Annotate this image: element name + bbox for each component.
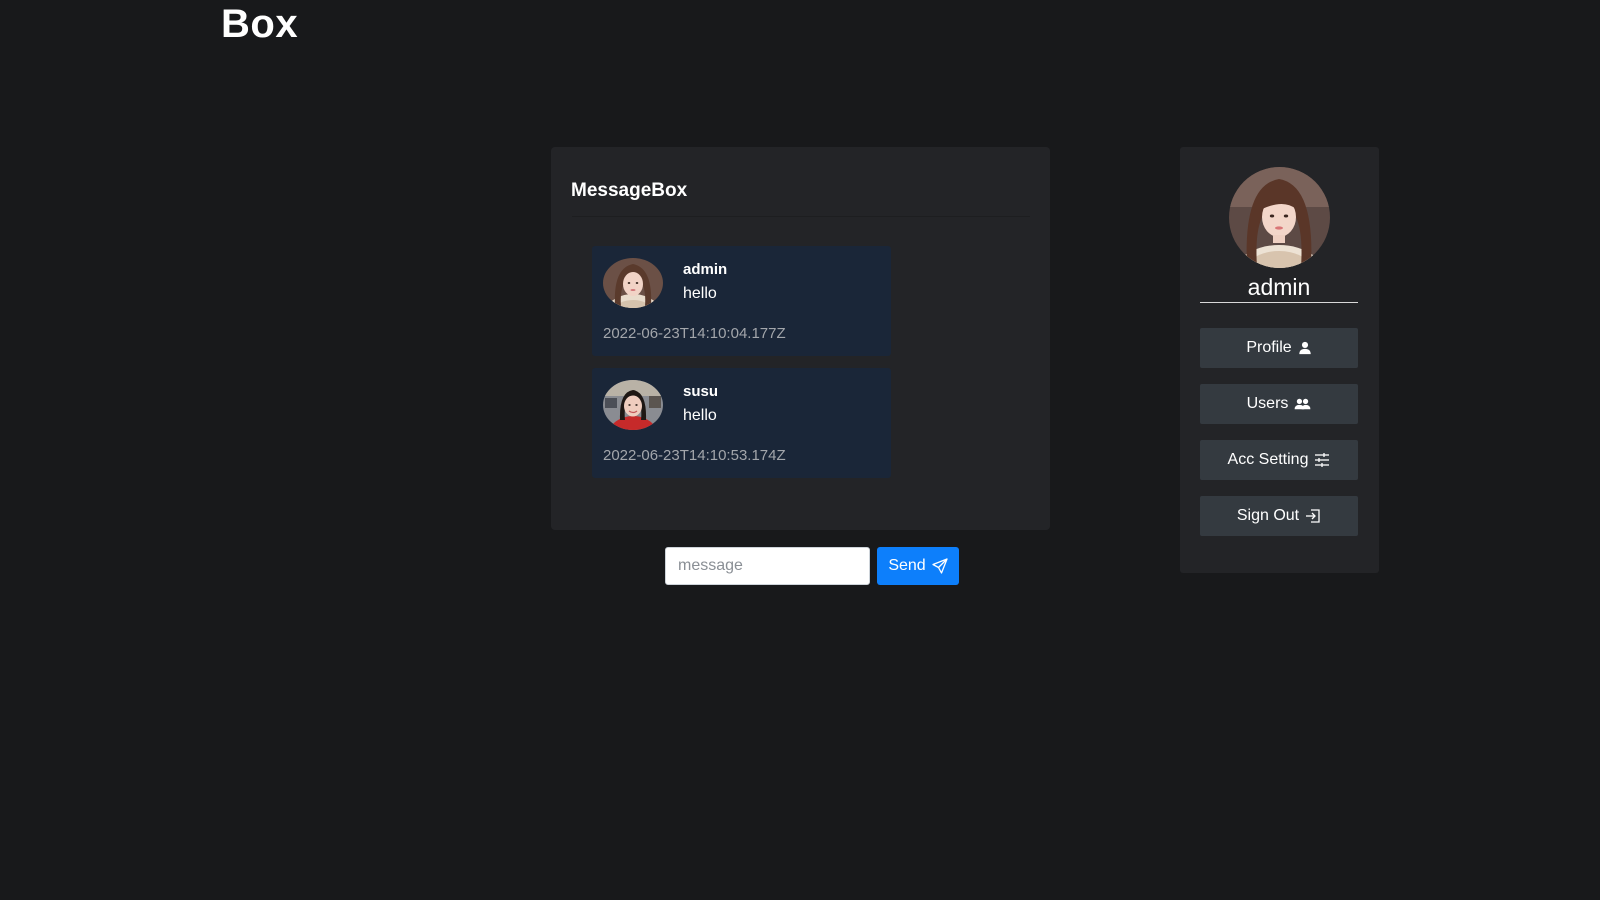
person-icon <box>1298 341 1312 355</box>
message-timestamp: 2022-06-23T14:10:04.177Z <box>603 325 786 342</box>
profile-username: admin <box>1200 272 1358 303</box>
send-icon <box>932 558 948 574</box>
app-title: Box <box>221 2 299 46</box>
users-button-label: Users <box>1246 395 1289 412</box>
user-side-panel: admin Profile Users Acc Setting Sign Out <box>1180 147 1379 573</box>
message-box-card: MessageBox admin hello 2022-06-23T14:10:… <box>551 147 1050 530</box>
sliders-icon <box>1314 453 1330 467</box>
message-timestamp: 2022-06-23T14:10:53.174Z <box>603 447 786 464</box>
avatar <box>1229 167 1330 268</box>
page: Box MessageBox admin hello 2022-06-23T14 <box>0 0 1600 900</box>
acc-setting-button-label: Acc Setting <box>1227 451 1309 468</box>
message-avatar <box>603 258 663 308</box>
message-text: hello <box>683 407 717 424</box>
sign-out-button-label: Sign Out <box>1236 507 1300 524</box>
message-item: susu hello 2022-06-23T14:10:53.174Z <box>592 368 891 478</box>
message-author: susu <box>683 383 719 400</box>
send-button[interactable]: Send <box>877 547 959 585</box>
message-box-title: MessageBox <box>571 180 688 201</box>
message-avatar <box>603 380 663 430</box>
message-text: hello <box>683 285 717 302</box>
profile-button-label: Profile <box>1246 339 1292 356</box>
sign-out-button[interactable]: Sign Out <box>1200 496 1358 536</box>
send-button-label: Send <box>888 557 926 574</box>
users-button[interactable]: Users <box>1200 384 1358 424</box>
message-input[interactable] <box>665 547 870 585</box>
message-item: admin hello 2022-06-23T14:10:04.177Z <box>592 246 891 356</box>
profile-button[interactable]: Profile <box>1200 328 1358 368</box>
people-icon <box>1294 397 1311 411</box>
message-author: admin <box>683 261 728 278</box>
box-arrow-in-right-icon <box>1305 509 1321 523</box>
acc-setting-button[interactable]: Acc Setting <box>1200 440 1358 480</box>
